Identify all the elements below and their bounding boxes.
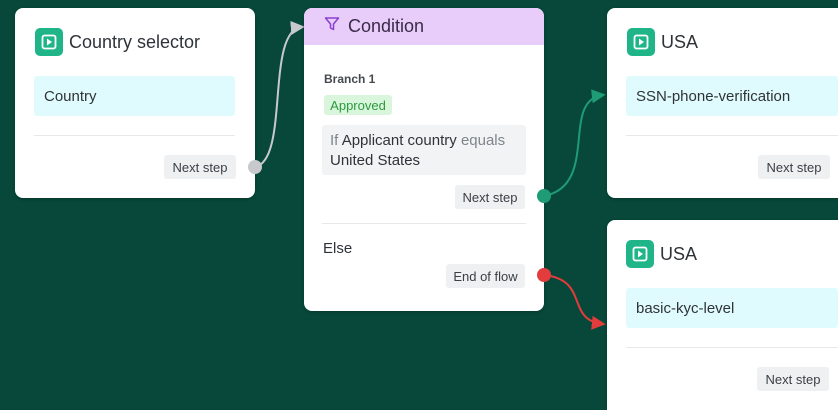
- else-label: Else: [323, 240, 353, 257]
- output-handle[interactable]: [246, 158, 264, 176]
- condition-rule[interactable]: If Applicant country equals United State…: [322, 125, 526, 175]
- play-icon: [35, 28, 63, 56]
- branch-label: Branch 1: [324, 72, 376, 86]
- rule-operator: equals: [460, 132, 506, 149]
- usa-bottom-card[interactable]: USA basic-kyc-level Next step: [607, 220, 838, 410]
- next-step-chip[interactable]: Next step: [757, 367, 829, 391]
- country-field[interactable]: Country: [34, 76, 235, 116]
- condition-header: Condition: [304, 8, 544, 45]
- node-title: USA: [660, 243, 698, 264]
- branch-output-handle[interactable]: [535, 187, 553, 205]
- verification-field[interactable]: basic-kyc-level: [626, 288, 838, 328]
- end-of-flow-chip[interactable]: End of flow: [446, 264, 525, 288]
- play-icon: [626, 240, 654, 268]
- divider: [34, 135, 235, 136]
- play-icon: [627, 28, 655, 56]
- connector-branch-to-usa-top: [543, 89, 606, 197]
- next-step-chip[interactable]: Next step: [758, 155, 830, 179]
- condition-card[interactable]: Condition Branch 1 Approved If Applicant…: [304, 8, 544, 311]
- divider: [322, 223, 526, 224]
- filter-icon: [324, 16, 340, 37]
- next-step-chip[interactable]: Next step: [455, 185, 525, 209]
- rule-value: United States: [330, 152, 421, 169]
- approved-badge: Approved: [324, 95, 392, 115]
- divider: [626, 347, 838, 348]
- next-step-chip[interactable]: Next step: [164, 155, 236, 179]
- node-title: Country selector: [69, 31, 201, 52]
- rule-if: If: [330, 132, 339, 149]
- verification-field[interactable]: SSN-phone-verification: [626, 76, 838, 116]
- rule-subject: Applicant country: [341, 132, 457, 149]
- usa-top-card[interactable]: USA SSN-phone-verification Next step: [607, 8, 838, 198]
- divider: [626, 135, 838, 136]
- else-output-handle[interactable]: [535, 266, 553, 284]
- country-selector-card[interactable]: Country selector Country Next step: [15, 8, 255, 198]
- condition-title: Condition: [348, 16, 425, 36]
- connector-country-to-condition: [254, 20, 305, 168]
- node-title: USA: [661, 31, 699, 52]
